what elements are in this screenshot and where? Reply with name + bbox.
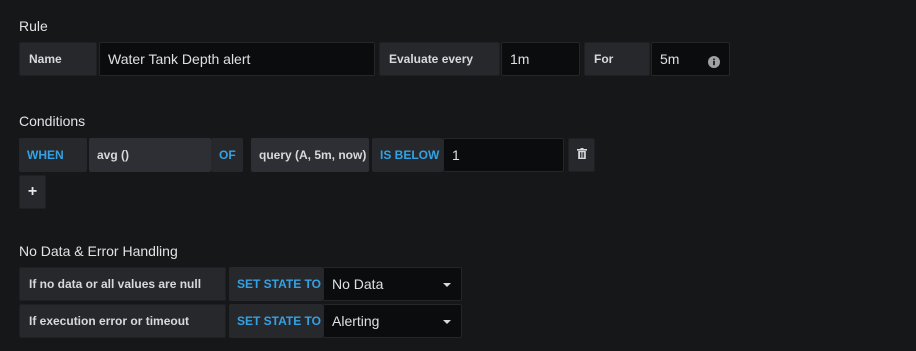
no-data-state-select[interactable]: No Data [323, 267, 462, 301]
chevron-down-icon [443, 283, 451, 287]
delete-condition-button[interactable] [568, 138, 595, 172]
evaluator-type-label: IS BELOW [380, 148, 440, 162]
evaluator-value-input[interactable]: 1 [443, 138, 564, 172]
no-data-section-title: No Data & Error Handling [19, 243, 178, 259]
execution-error-state-value: Alerting [332, 313, 380, 329]
rule-section-title: Rule [19, 18, 48, 34]
name-label: Name [19, 42, 97, 76]
evaluate-every-input[interactable]: 1m [501, 42, 580, 76]
of-label: OF [219, 148, 236, 162]
of-keyword: OF [211, 138, 243, 172]
for-label: For [584, 42, 650, 76]
no-data-condition-label: If no data or all values are null [19, 267, 226, 301]
set-state-keyword-error: SET STATE TO [229, 304, 323, 338]
conditions-section-title: Conditions [19, 113, 86, 129]
evaluate-every-label: Evaluate every [379, 42, 500, 76]
set-state-label: SET STATE TO [237, 277, 322, 291]
info-icon[interactable] [708, 55, 720, 68]
rule-name-input[interactable]: Water Tank Depth alert [99, 42, 375, 76]
query-selector[interactable]: query (A, 5m, now) [251, 138, 369, 172]
when-label: WHEN [27, 148, 64, 162]
set-state-label: SET STATE TO [237, 314, 322, 328]
execution-error-state-select[interactable]: Alerting [323, 304, 462, 338]
plus-icon: + [27, 183, 38, 200]
no-data-state-value: No Data [332, 276, 384, 292]
chevron-down-icon [443, 320, 451, 324]
reducer-selector[interactable]: avg () [89, 138, 211, 172]
execution-error-condition-label: If execution error or timeout [19, 304, 226, 338]
set-state-keyword-no-data: SET STATE TO [229, 267, 323, 301]
for-value: 5m [660, 51, 680, 67]
trash-icon [576, 146, 587, 164]
add-condition-button[interactable]: + [19, 175, 46, 209]
for-input[interactable]: 5m [651, 42, 730, 76]
when-keyword: WHEN [19, 138, 87, 172]
evaluator-type-selector[interactable]: IS BELOW [372, 138, 443, 172]
